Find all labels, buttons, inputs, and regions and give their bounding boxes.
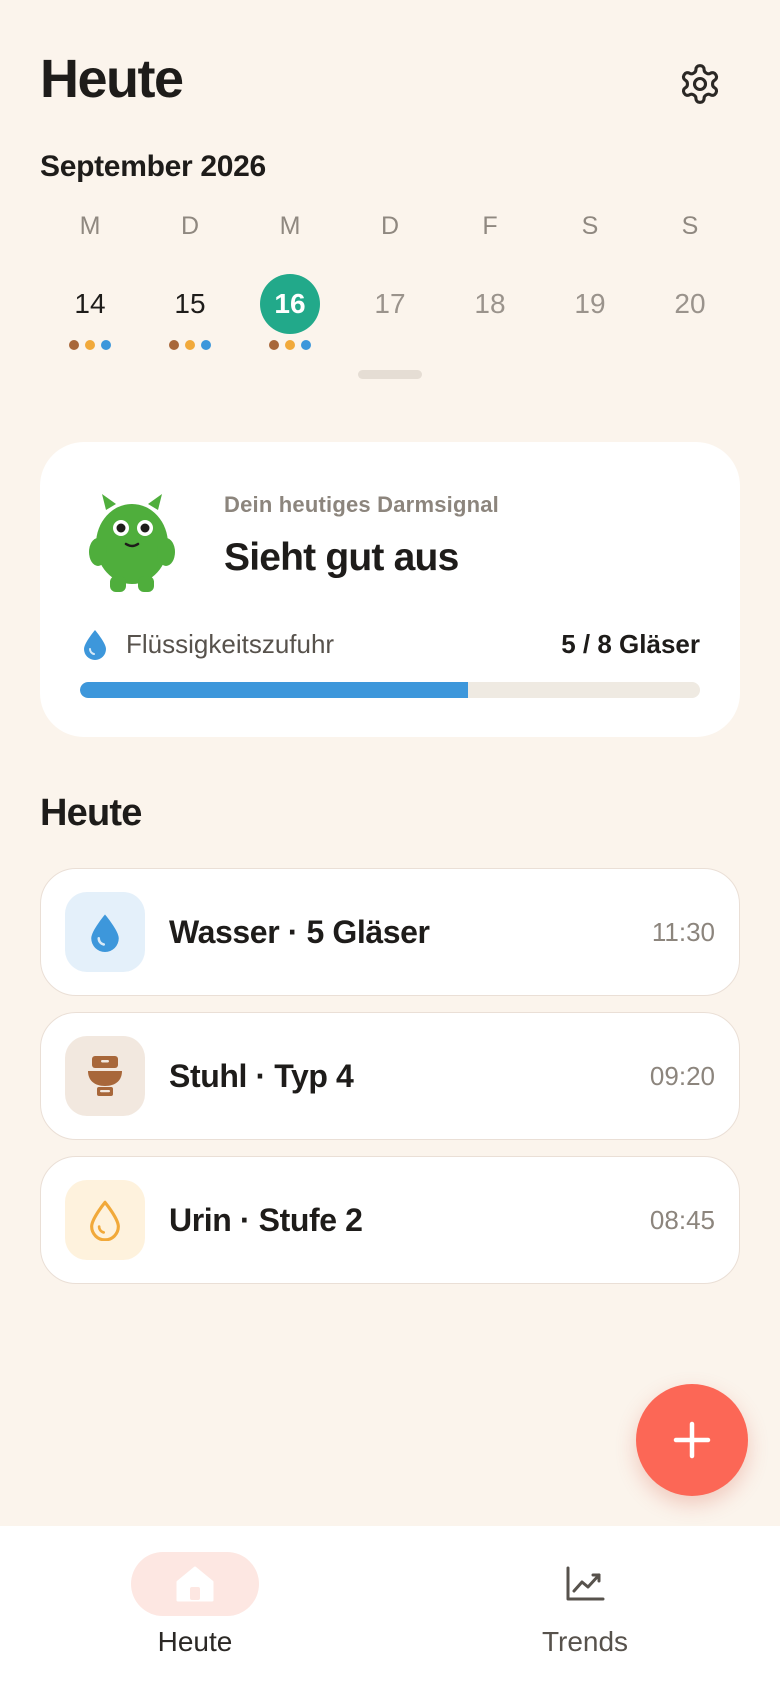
water-entry-icon-tile: [65, 892, 145, 972]
weekday-label: S: [681, 212, 699, 240]
calendar-day[interactable]: S 20: [640, 208, 740, 350]
hydration-label: Flüssigkeitszufuhr: [126, 628, 335, 659]
day-number: 20: [674, 288, 706, 319]
water-drop-icon: [80, 627, 110, 661]
plus-icon: [673, 1421, 711, 1459]
stool-entry-icon-tile: [65, 1036, 145, 1116]
nav-icon-container: [521, 1552, 649, 1616]
nav-label-trends: Trends: [541, 1626, 629, 1657]
day-number: 18: [474, 288, 506, 319]
list-item[interactable]: Wasser · 5 Gläser 11:30: [40, 868, 740, 996]
entry-dot: [185, 340, 195, 350]
page-title: Heute: [40, 49, 184, 109]
settings-button[interactable]: [672, 56, 728, 112]
weekday-label: S: [581, 212, 599, 240]
day-number: 19: [574, 288, 606, 319]
entry-time: 08:45: [649, 1204, 715, 1235]
entry-title: Stuhl · Typ 4: [169, 1057, 354, 1094]
month-label: September 2026: [40, 150, 266, 183]
weekday-label: F: [482, 212, 498, 240]
water-drop-icon: [91, 914, 119, 952]
gut-signal-card: Dein heutiges Darmsignal Sieht gut aus F…: [40, 442, 740, 737]
entry-list: Wasser · 5 Gläser 11:30 Stuhl · Typ 4 09…: [40, 868, 740, 1300]
weekday-label: M: [79, 212, 101, 240]
week-strip: M 14 D 15 M 16 D 17 F 18 S 19 S 20: [40, 208, 740, 350]
entry-title: Wasser · 5 Gläser: [169, 913, 430, 950]
add-entry-button[interactable]: [636, 1384, 748, 1496]
hydration-progress-fill: [80, 682, 468, 698]
entry-dot: [301, 340, 311, 350]
calendar-day[interactable]: D 15: [140, 208, 240, 350]
signal-title: Sieht gut aus: [224, 536, 459, 579]
hydration-progress-bar: [80, 682, 700, 698]
gear-icon: [681, 64, 719, 104]
green-monster-mascot-icon: [89, 494, 175, 592]
day-entry-dots: [169, 340, 211, 350]
urine-drop-icon: [90, 1200, 120, 1241]
entry-time: 11:30: [651, 916, 715, 947]
signal-subtitle: Dein heutiges Darmsignal: [224, 492, 499, 517]
trend-chart-icon: [566, 1566, 605, 1601]
entry-dot: [101, 340, 111, 350]
entry-time: 09:20: [649, 1060, 715, 1091]
entry-dot: [201, 340, 211, 350]
toilet-icon: [88, 1056, 122, 1096]
day-entry-dots: [269, 340, 311, 350]
hydration-value: 5 / 8 Gläser: [561, 628, 700, 659]
calendar-day[interactable]: M 14: [40, 208, 140, 350]
nav-active-indicator: [131, 1552, 259, 1616]
day-number: 15: [174, 288, 206, 319]
calendar-day[interactable]: F 18: [440, 208, 540, 350]
entry-dot: [285, 340, 295, 350]
entry-title: Urin · Stufe 2: [169, 1201, 363, 1238]
calendar-day[interactable]: M 16: [240, 208, 340, 350]
list-item[interactable]: Urin · Stufe 2 08:45: [40, 1156, 740, 1284]
entry-dot: [69, 340, 79, 350]
section-title: Heute: [40, 792, 142, 834]
selected-day-number: 16: [260, 274, 320, 334]
home-icon: [176, 1566, 214, 1602]
day-number: 17: [374, 288, 406, 319]
entry-dot: [169, 340, 179, 350]
nav-label-heute: Heute: [157, 1626, 233, 1657]
weekday-label: M: [279, 212, 301, 240]
bottom-navigation: Heute Trends: [0, 1526, 780, 1688]
entry-dot: [269, 340, 279, 350]
hydration-row: Flüssigkeitszufuhr 5 / 8 Gläser: [80, 624, 700, 664]
weekday-label: D: [180, 212, 200, 240]
nav-item-trends[interactable]: Trends: [485, 1552, 685, 1658]
entry-dot: [85, 340, 95, 350]
weekday-label: D: [380, 212, 400, 240]
drag-handle[interactable]: [358, 370, 422, 379]
list-item[interactable]: Stuhl · Typ 4 09:20: [40, 1012, 740, 1140]
urine-entry-icon-tile: [65, 1180, 145, 1260]
calendar-day[interactable]: S 19: [540, 208, 640, 350]
nav-item-heute[interactable]: Heute: [95, 1552, 295, 1658]
day-number: 14: [74, 288, 106, 319]
calendar-day[interactable]: D 17: [340, 208, 440, 350]
day-entry-dots: [69, 340, 111, 350]
